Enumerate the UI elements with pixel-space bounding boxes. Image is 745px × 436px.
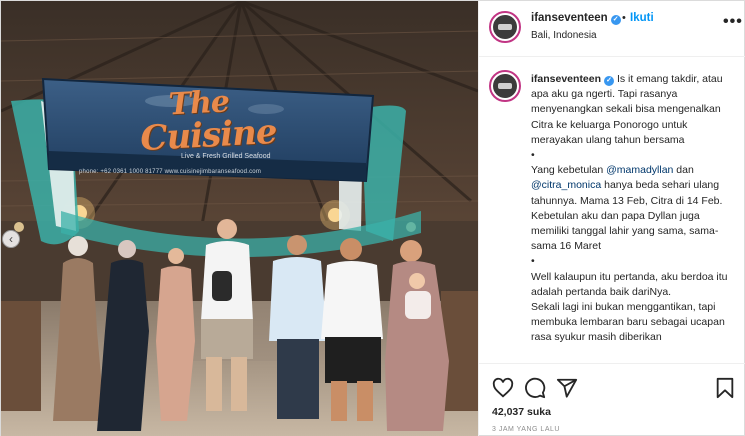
caption-avatar[interactable]	[489, 70, 521, 102]
avatar[interactable]	[489, 11, 521, 43]
caption-text: ifanseventeen ✓ Is it emang takdir, atau …	[531, 72, 737, 346]
follow-button[interactable]: Ikuti	[630, 12, 654, 24]
mention-mamadyllan[interactable]: @mamadyllan	[606, 164, 673, 176]
caption-bullet-2: •	[531, 255, 535, 268]
caption-username-text: ifanseventeen	[531, 73, 602, 85]
post-header: ifanseventeen ✓ • Ikuti Bali, Indonesia •…	[479, 1, 745, 57]
post-actions: 42,037 suka 3 JAM YANG LALU	[479, 363, 745, 436]
more-options-icon[interactable]: •••	[723, 13, 743, 31]
verified-badge-icon: ✓	[604, 76, 615, 86]
sign-title-line2: Cuisine	[139, 111, 278, 159]
mention-citra-monica[interactable]: @citra_monica	[531, 179, 601, 191]
post-timestamp[interactable]: 3 JAM YANG LALU	[492, 426, 560, 433]
post-side-panel: ifanseventeen ✓ • Ikuti Bali, Indonesia •…	[478, 1, 745, 436]
separator-dot: •	[622, 12, 626, 24]
caption-paragraph-2b: dan	[673, 164, 694, 177]
verified-badge-icon: ✓	[610, 15, 621, 25]
chevron-left-icon: ‹	[9, 232, 13, 246]
instagram-post: The Cuisine Live & Fresh Grilled Seafood…	[0, 0, 745, 436]
username-link[interactable]: ifanseventeen ✓	[531, 12, 621, 25]
share-icon[interactable]	[556, 377, 578, 399]
comment-icon[interactable]	[524, 377, 546, 399]
post-photo[interactable]: The Cuisine Live & Fresh Grilled Seafood…	[1, 1, 478, 436]
location-link[interactable]: Bali, Indonesia	[531, 30, 597, 41]
bookmark-icon[interactable]	[714, 377, 736, 399]
caption-area: ifanseventeen ✓ Is it emang takdir, atau …	[479, 58, 745, 363]
photo-scene	[1, 1, 478, 436]
caption-paragraph-4: Sekali lagi ini bukan menggantikan, tapi…	[531, 301, 725, 344]
caption-paragraph-2a: Yang kebetulan	[531, 164, 607, 177]
caption-paragraph-3: Well kalaupun itu pertanda, aku berdoa i…	[531, 270, 728, 298]
sign-contacts: phone: +62 0361 1000 81777 www.cuisineji…	[79, 169, 262, 175]
carousel-prev-button[interactable]: ‹	[2, 230, 20, 248]
username-text: ifanseventeen	[531, 12, 608, 24]
likes-count[interactable]: 42,037 suka	[492, 406, 551, 418]
caption-bullet-1: •	[531, 149, 535, 162]
heart-icon[interactable]	[492, 377, 514, 399]
caption-username[interactable]: ifanseventeen ✓	[531, 73, 615, 86]
sign-subtitle: Live & Fresh Grilled Seafood	[181, 153, 271, 160]
